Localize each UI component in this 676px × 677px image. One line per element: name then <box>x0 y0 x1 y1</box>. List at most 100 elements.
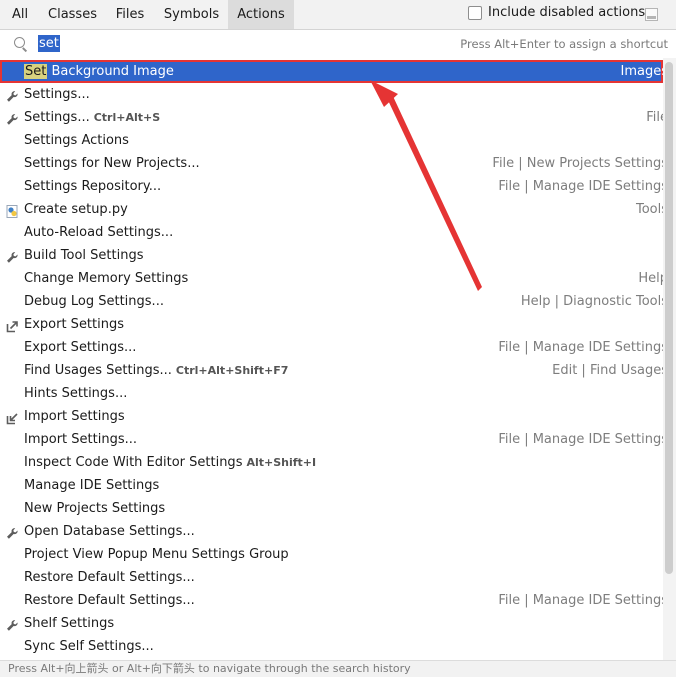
result-label: Import Settings... <box>24 432 137 447</box>
result-label: Hints Settings... <box>24 386 128 401</box>
result-group: Help | Diagnostic Tools <box>520 294 663 309</box>
result-label: Find Usages Settings... <box>24 363 172 378</box>
tab-classes[interactable]: Classes <box>40 0 105 29</box>
result-name: Build Tool Settings <box>24 244 143 267</box>
result-group: Images <box>620 64 664 79</box>
result-row[interactable]: Debug Log Settings... Help | Diagnostic T… <box>0 290 663 313</box>
result-row[interactable]: Change Memory Settings Help <box>0 267 663 290</box>
result-row[interactable]: Hints Settings... <box>0 382 663 405</box>
export-icon <box>6 318 19 333</box>
result-name: Open Database Settings... <box>24 520 195 543</box>
result-name: Shelf Settings <box>24 612 114 635</box>
result-label: Restore Default Settings... <box>24 593 195 608</box>
result-row[interactable]: Shelf Settings <box>0 612 663 635</box>
shortcut-hint: Press Alt+Enter to assign a shortcut <box>460 37 668 51</box>
import-icon <box>6 410 19 425</box>
result-row[interactable]: Create setup.py Tools <box>0 198 663 221</box>
result-row[interactable]: Restore Default Settings... File | Manage… <box>0 589 663 612</box>
open-in-panel-icon[interactable] <box>645 8 658 21</box>
result-label: Settings... <box>24 110 90 125</box>
tab-symbols[interactable]: Symbols <box>155 0 228 29</box>
include-disabled-checkbox[interactable] <box>468 6 482 20</box>
navigation-hint: Press Alt+向上箭头 or Alt+向下箭头 to navigate t… <box>8 662 411 675</box>
result-label: Restore Default Settings... <box>24 570 195 585</box>
result-label: Export Settings <box>24 317 125 332</box>
result-name: New Projects Settings <box>24 497 165 520</box>
result-row[interactable]: Export Settings <box>0 313 663 336</box>
result-row[interactable]: Import Settings <box>0 405 663 428</box>
result-row[interactable]: Export Settings... File | Manage IDE Sett… <box>0 336 663 359</box>
result-name: Restore Default Settings... <box>24 566 195 589</box>
result-name: Import Settings <box>24 405 125 428</box>
result-name: Settings Actions <box>24 129 129 152</box>
result-label: Debug Log Settings... <box>24 294 164 309</box>
status-footer: Press Alt+向上箭头 or Alt+向下箭头 to navigate t… <box>0 660 676 677</box>
include-disabled-label: Include disabled actions <box>488 5 646 20</box>
wrench-icon <box>6 88 19 102</box>
wrench-icon <box>6 249 19 263</box>
result-label: Shelf Settings <box>24 616 115 631</box>
result-label: Change Memory Settings <box>24 271 189 286</box>
selected-result-row[interactable]: Set Background Image Images <box>0 60 663 83</box>
scrollbar-thumb[interactable] <box>665 62 673 574</box>
wrench-icon <box>6 111 19 125</box>
result-name: Export Settings... <box>24 336 136 359</box>
result-name: Settings... Ctrl+Alt+S <box>24 106 160 129</box>
result-row[interactable]: Manage IDE Settings <box>0 474 663 497</box>
result-name: Sync Self Settings... <box>24 635 154 658</box>
result-label: Settings Repository... <box>24 179 162 194</box>
result-row[interactable]: Restore Default Settings... <box>0 566 663 589</box>
result-row[interactable]: Inspect Code With Editor Settings Alt+Shi… <box>0 451 663 474</box>
result-group: File | New Projects Settings <box>492 156 663 171</box>
result-name: Hints Settings... <box>24 382 127 405</box>
result-group: Tools <box>635 202 663 217</box>
result-name: Restore Default Settings... <box>24 589 195 612</box>
result-row[interactable]: Sync Self Settings... <box>0 635 663 658</box>
result-group: File | Manage IDE Settings <box>498 593 663 608</box>
search-input[interactable]: set <box>38 35 60 52</box>
result-shortcut: Ctrl+Alt+Shift+F7 <box>175 364 289 377</box>
result-name: Import Settings... <box>24 428 137 451</box>
result-name: Project View Popup Menu Settings Group <box>24 543 289 566</box>
results-list: Set Background ImageImagesSettings...Set… <box>0 60 663 660</box>
result-label: Build Tool Settings <box>24 248 144 263</box>
search-icon <box>14 37 25 48</box>
result-group: Edit | Find Usages <box>552 363 663 378</box>
result-label: Create setup.py <box>24 202 128 217</box>
result-shortcut: Ctrl+Alt+S <box>93 111 161 124</box>
result-row[interactable]: Settings... <box>0 83 663 106</box>
tab-all[interactable]: All <box>0 0 40 29</box>
result-row[interactable]: Settings for New Projects... File | New P… <box>0 152 663 175</box>
result-row[interactable]: Auto-Reload Settings... <box>0 221 663 244</box>
result-label: Import Settings <box>24 409 125 424</box>
result-label: Auto-Reload Settings... <box>24 225 174 240</box>
result-group: File | Manage IDE Settings <box>498 179 663 194</box>
result-row[interactable]: Settings Actions <box>0 129 663 152</box>
result-row[interactable]: New Projects Settings <box>0 497 663 520</box>
result-row[interactable]: Open Database Settings... <box>0 520 663 543</box>
result-name: Set Background Image <box>24 60 174 83</box>
result-row[interactable]: Import Settings... File | Manage IDE Sett… <box>0 428 663 451</box>
result-label: New Projects Settings <box>24 501 166 516</box>
result-row[interactable]: Project View Popup Menu Settings Group <box>0 543 663 566</box>
result-label: Inspect Code With Editor Settings <box>24 455 243 470</box>
result-label: Manage IDE Settings <box>24 478 160 493</box>
result-label: Settings... <box>24 87 90 102</box>
result-row[interactable]: Settings...Ctrl+Alt+S File <box>0 106 663 129</box>
result-name: Settings for New Projects... <box>24 152 200 175</box>
match-highlight: Set <box>24 64 48 79</box>
result-name: Export Settings <box>24 313 124 336</box>
result-name: Manage IDE Settings <box>24 474 159 497</box>
result-label: Project View Popup Menu Settings Group <box>24 547 289 562</box>
search-bar[interactable]: set Press Alt+Enter to assign a shortcut <box>0 30 676 58</box>
result-row[interactable]: Find Usages Settings... Ctrl+Alt+Shift+F7… <box>0 359 663 382</box>
result-row[interactable]: Settings Repository... File | Manage IDE … <box>0 175 663 198</box>
result-shortcut: Alt+Shift+I <box>246 456 317 469</box>
result-label: Background Image <box>47 64 174 79</box>
tab-actions[interactable]: Actions <box>228 0 294 29</box>
tab-files[interactable]: Files <box>105 0 155 29</box>
result-name: Settings... <box>24 83 90 106</box>
result-group: File | Manage IDE Settings <box>498 432 663 447</box>
result-row[interactable]: Build Tool Settings <box>0 244 663 267</box>
results-scrollbar[interactable] <box>663 58 676 660</box>
